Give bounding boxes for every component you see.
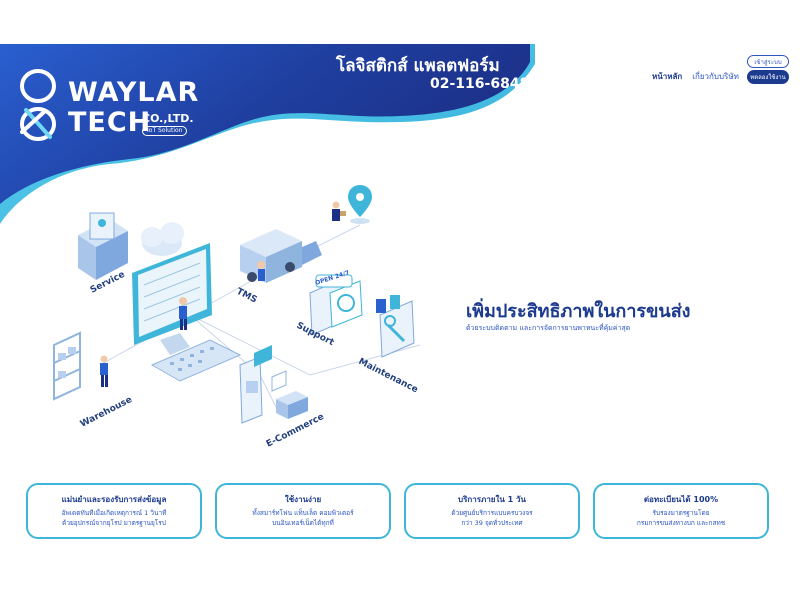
feature-card-desc-line2: กรมการขนส่งทางบก และกสทช <box>636 519 726 527</box>
feature-card-title: บริการภายใน 1 วัน <box>458 495 526 504</box>
cloud-icon <box>141 222 184 256</box>
map-pin-icon <box>348 185 372 224</box>
person-operator-icon <box>179 297 187 330</box>
feature-card-registration: ต่อทะเบียนได้ 100% รับรองมาตรฐานโดย กรมก… <box>593 483 769 539</box>
illus-label-ecommerce: E-Commerce <box>265 412 326 450</box>
monitor-icon <box>132 243 212 355</box>
feature-card-desc-line1: รับรองมาตรฐานโดย <box>652 509 710 517</box>
page: WAYLAR TECH CO.,LTD. IoT Solution โลจิสต… <box>0 0 800 600</box>
header-phone[interactable]: 02-116-6848 <box>430 76 529 92</box>
feature-card-title: ใช้งานง่าย <box>284 495 322 504</box>
feature-card-desc-line2: ด้วยอุปกรณ์จากยุโรป มาตรฐานยุโรป <box>62 519 166 527</box>
feature-card-desc-line1: ด้วยศูนย์บริการแบบครบวงจร <box>451 509 533 517</box>
feature-card-one-day-service: บริการภายใน 1 วัน ด้วยศูนย์บริการแบบครบว… <box>404 483 580 539</box>
feature-card-desc-line2: กว่า 39 จุดทั่วประเทศ <box>461 519 523 527</box>
illus-label-tms: TMS <box>235 287 259 306</box>
illus-label-warehouse: Warehouse <box>79 395 134 430</box>
feature-card-title: แม่นยำและรองรับการส่งข้อมูล <box>61 495 167 504</box>
nav-link-home[interactable]: หน้าหลัก <box>652 70 682 83</box>
truck-icon <box>240 229 322 283</box>
hero-title: เพิ่มประสิทธิภาพในการขนส่ง <box>466 301 691 322</box>
person-courier-icon <box>332 201 346 221</box>
feature-cards: แม่นยำและรองรับการส่งข้อมูล อัพเดตทันทีเ… <box>26 483 792 539</box>
feature-card-desc-line1: อัพเดตทันทีเมื่อเกิดเหตุการณ์ 1 วินาที <box>61 509 167 517</box>
feature-card-title: ต่อทะเบียนได้ 100% <box>643 495 719 504</box>
warehouse-shelves-icon <box>53 331 108 401</box>
logo-word-line2: TECH <box>68 107 152 138</box>
main-nav: หน้าหลัก เกี่ยวกับบริษัท <box>652 70 739 83</box>
trial-button[interactable]: ทดลองใช้งาน <box>747 70 789 84</box>
nav-link-about[interactable]: เกี่ยวกับบริษัท <box>692 70 739 83</box>
feature-card-easy-use: ใช้งานง่าย ทั้งสมาร์ทโฟน แท็บเล็ต คอมพิว… <box>215 483 391 539</box>
hero-illustration: Service TMS Support Maintenance Warehous… <box>53 185 421 450</box>
logo-tagline-badge: IoT Solution <box>142 126 188 136</box>
logo-word-line1: WAYLAR <box>68 77 200 108</box>
feature-card-desc-line2: บนอินเทอร์เน็ตได้ทุกที่ <box>272 519 334 527</box>
hero-subtitle: ด้วยระบบติดตาม และการจัดการยานพาหนะที่คุ… <box>466 324 631 332</box>
feature-card-desc-line1: ทั้งสมาร์ทโฟน แท็บเล็ต คอมพิวเตอร์ <box>252 509 354 517</box>
illus-label-maintenance: Maintenance <box>357 357 420 396</box>
logo-co-ltd: CO.,LTD. <box>142 112 194 125</box>
feature-card-accuracy: แม่นยำและรองรับการส่งข้อมูล อัพเดตทันทีเ… <box>26 483 202 539</box>
header-title: โลจิสติกส์ แพลตฟอร์ม <box>336 56 500 76</box>
login-button[interactable]: เข้าสู่ระบบ <box>747 55 789 68</box>
